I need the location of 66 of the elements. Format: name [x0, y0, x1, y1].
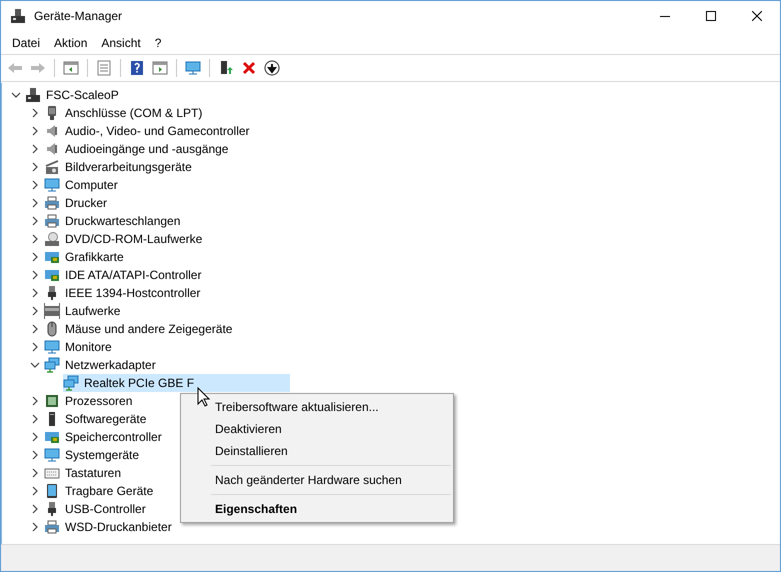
computer-icon	[25, 87, 41, 103]
processor-icon	[44, 393, 60, 409]
panel-icon[interactable]	[63, 60, 79, 76]
tree-item[interactable]: Tastaturen	[44, 464, 122, 482]
menu-item[interactable]: ?	[148, 36, 168, 50]
menu-item[interactable]: Datei	[5, 36, 48, 50]
menu-item[interactable]: Aktion	[47, 36, 94, 50]
tree-item[interactable]: Netzwerkadapter	[44, 356, 157, 374]
printer-icon	[44, 195, 60, 211]
expansion-card-icon	[44, 429, 60, 445]
tree-item[interactable]: Monitore	[44, 338, 113, 356]
speaker-icon	[44, 141, 60, 157]
tree-item[interactable]: Laufwerke	[44, 302, 122, 320]
remove-icon[interactable]	[241, 60, 257, 76]
tablet-icon	[44, 483, 60, 499]
tree-item[interactable]: FSC-ScaleoP	[25, 86, 120, 104]
tree-item[interactable]: Prozessoren	[44, 392, 134, 410]
tree-item[interactable]: Tragbare Geräte	[44, 482, 154, 500]
network-icon	[44, 357, 60, 373]
tree-item[interactable]: IEEE 1394-Hostcontroller	[44, 284, 202, 302]
expansion-card-icon	[44, 267, 60, 283]
monitor-icon	[44, 447, 60, 463]
menu-item[interactable]: Ansicht	[94, 36, 148, 50]
printer-icon	[44, 213, 60, 229]
drive-icon	[44, 303, 60, 319]
printer-icon	[44, 519, 60, 535]
tree-item[interactable]: Bildverarbeitungsgeräte	[44, 158, 193, 176]
tree-item[interactable]: Realtek PCIe GBE F	[63, 374, 290, 392]
tree-item[interactable]: Mäuse und andere Zeigegeräte	[44, 320, 234, 338]
expansion-card-icon	[44, 249, 60, 265]
close-icon	[752, 11, 762, 21]
tree-item[interactable]: DVD/CD-ROM-Laufwerke	[44, 230, 204, 248]
tree-item[interactable]: Softwaregeräte	[44, 410, 148, 428]
help-icon[interactable]	[129, 60, 145, 76]
sheet-icon[interactable]	[96, 60, 112, 76]
speaker-icon	[44, 123, 60, 139]
panel-icon[interactable]	[152, 60, 168, 76]
tree-item[interactable]: Audioeingänge und -ausgänge	[44, 140, 230, 158]
tree-item[interactable]: Druckwarteschlangen	[44, 212, 182, 230]
camera-icon	[44, 159, 60, 175]
menu-item[interactable]: Nach geänderter Hardware suchen	[181, 469, 453, 491]
tree-item[interactable]: Systemgeräte	[44, 446, 140, 464]
tree-item[interactable]: Audio-, Video- und Gamecontroller	[44, 122, 251, 140]
mouse-pointer-icon	[197, 387, 210, 407]
tree-item[interactable]: Anschlüsse (COM & LPT)	[44, 104, 204, 122]
download-icon[interactable]	[264, 60, 280, 76]
menu-item[interactable]: Eigenschaften	[181, 498, 453, 520]
monitor-icon[interactable]	[185, 60, 201, 76]
tree-item[interactable]: WSD-Druckanbieter	[44, 518, 173, 536]
menu-item[interactable]: Deinstallieren	[181, 440, 453, 462]
device-manager-icon	[10, 8, 26, 24]
tree-item[interactable]: USB-Controller	[44, 500, 147, 518]
disc-drive-icon	[44, 231, 60, 247]
tree-item[interactable]: Drucker	[44, 194, 108, 212]
tree-item[interactable]: IDE ATA/ATAPI-Controller	[44, 266, 202, 284]
network-icon	[63, 375, 79, 391]
monitor-icon	[44, 177, 60, 193]
device-update-icon[interactable]	[218, 60, 234, 76]
tree-item[interactable]: Grafikkarte	[44, 248, 125, 266]
menu-item[interactable]: Treibersoftware aktualisieren...	[181, 396, 453, 418]
tree-item[interactable]: Speichercontroller	[44, 428, 163, 446]
window-title: Geräte-Manager	[34, 9, 124, 23]
maximize-icon	[706, 11, 716, 21]
monitor-icon	[44, 339, 60, 355]
tree-item[interactable]: Computer	[44, 176, 119, 194]
menu-item[interactable]: Deaktivieren	[181, 418, 453, 440]
